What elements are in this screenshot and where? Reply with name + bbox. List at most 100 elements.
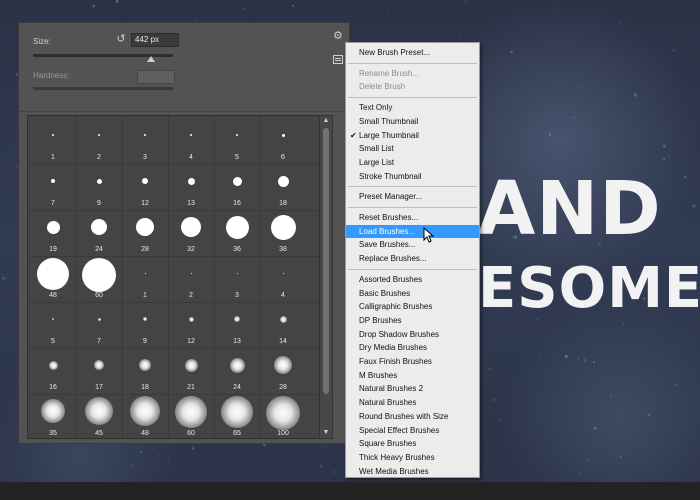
menu-item-m-brushes[interactable]: M Brushes: [346, 369, 479, 382]
brush-preset-tile[interactable]: 28: [260, 348, 306, 394]
menu-item-assorted-brushes[interactable]: Assorted Brushes: [346, 273, 479, 286]
menu-item-wet-media-brushes[interactable]: Wet Media Brushes: [346, 465, 479, 478]
brush-preset-tile[interactable]: 65: [214, 394, 260, 438]
texture-speck: [683, 175, 687, 179]
brush-preset-tile[interactable]: 2: [76, 118, 122, 164]
brush-preset-tile[interactable]: 12: [168, 302, 214, 348]
menu-item-small-thumbnail[interactable]: Small Thumbnail: [346, 115, 479, 128]
brush-preset-tile[interactable]: 9: [122, 302, 168, 348]
brush-preset-tile[interactable]: 35: [30, 394, 76, 438]
brush-preset-tile[interactable]: 2: [168, 256, 214, 302]
texture-speck: [578, 473, 582, 476]
brush-size-label: 28: [141, 246, 149, 253]
brush-grid-scrollbar[interactable]: ▲ ▼: [319, 115, 333, 439]
hardness-input[interactable]: [137, 70, 175, 84]
size-slider-thumb[interactable]: [146, 56, 155, 62]
brush-preset-tile[interactable]: 13: [214, 302, 260, 348]
menu-item-dry-media-brushes[interactable]: Dry Media Brushes: [346, 341, 479, 354]
menu-item-calligraphic-brushes[interactable]: Calligraphic Brushes: [346, 300, 479, 313]
brush-preset-tile[interactable]: 45: [76, 394, 122, 438]
brush-preset-tile[interactable]: 24: [214, 348, 260, 394]
brush-preset-tile[interactable]: 13: [168, 164, 214, 210]
menu-item-label: Save Brushes...: [359, 240, 416, 250]
brush-preset-tile[interactable]: 38: [260, 210, 306, 256]
menu-item-save-brushes[interactable]: Save Brushes...: [346, 238, 479, 251]
brush-preset-tile[interactable]: 32: [168, 210, 214, 256]
brush-size-label: 65: [233, 430, 241, 437]
brush-preset-tile[interactable]: 24: [76, 210, 122, 256]
brush-preset-tile[interactable]: 48: [122, 394, 168, 438]
menu-item-round-brushes-with-size[interactable]: Round Brushes with Size: [346, 410, 479, 423]
scroll-up-icon[interactable]: ▲: [320, 116, 332, 126]
menu-item-new-brush-preset[interactable]: New Brush Preset...: [346, 46, 479, 59]
brush-preset-tile[interactable]: 18: [122, 348, 168, 394]
brush-preset-tile[interactable]: 16: [30, 348, 76, 394]
texture-speck: [507, 153, 508, 155]
hardness-slider[interactable]: [33, 87, 173, 90]
menu-item-label: Text Only: [359, 103, 393, 113]
menu-item-drop-shadow-brushes[interactable]: Drop Shadow Brushes: [346, 328, 479, 341]
menu-item-reset-brushes[interactable]: Reset Brushes...: [346, 211, 479, 224]
brush-preset-tile[interactable]: 1: [30, 118, 76, 164]
menu-item-square-brushes[interactable]: Square Brushes: [346, 437, 479, 450]
texture-speck: [118, 474, 121, 477]
menu-item-basic-brushes[interactable]: Basic Brushes: [346, 287, 479, 300]
brush-preset-tile[interactable]: 14: [260, 302, 306, 348]
brush-preset-tile[interactable]: 7: [30, 164, 76, 210]
texture-speck: [680, 137, 682, 139]
brush-preset-tile[interactable]: 5: [30, 302, 76, 348]
menu-item-label: Load Brushes...: [359, 226, 416, 236]
texture-speck: [0, 233, 2, 236]
brush-preset-tile[interactable]: 5: [214, 118, 260, 164]
brush-preset-tile[interactable]: 3: [214, 256, 260, 302]
menu-item-small-list[interactable]: Small List: [346, 142, 479, 155]
brush-preset-tile[interactable]: 21: [168, 348, 214, 394]
brush-size-label: 7: [51, 200, 55, 207]
menu-item-large-thumbnail[interactable]: ✔ Large Thumbnail: [346, 129, 479, 142]
menu-item-natural-brushes-2[interactable]: Natural Brushes 2: [346, 382, 479, 395]
size-input[interactable]: [131, 33, 179, 47]
brush-preset-tile[interactable]: 17: [76, 348, 122, 394]
scroll-down-icon[interactable]: ▼: [320, 428, 332, 438]
brush-size-label: 4: [189, 154, 193, 161]
menu-item-natural-brushes[interactable]: Natural Brushes: [346, 396, 479, 409]
menu-item-load-brushes[interactable]: Load Brushes...: [346, 224, 479, 238]
menu-item-large-list[interactable]: Large List: [346, 156, 479, 169]
brush-preset-tile[interactable]: 18: [260, 164, 306, 210]
brush-tip-preview: [94, 360, 104, 370]
brush-preset-tile[interactable]: 60: [168, 394, 214, 438]
menu-item-thick-heavy-brushes[interactable]: Thick Heavy Brushes: [346, 451, 479, 464]
reset-size-icon[interactable]: ↺: [115, 33, 127, 45]
brush-preset-tile[interactable]: 36: [214, 210, 260, 256]
brush-preset-tile[interactable]: 1: [122, 256, 168, 302]
menu-item-faux-finish-brushes[interactable]: Faux Finish Brushes: [346, 355, 479, 368]
menu-item-dp-brushes[interactable]: DP Brushes: [346, 314, 479, 327]
menu-item-preset-manager[interactable]: Preset Manager...: [346, 190, 479, 203]
brush-preset-tile[interactable]: 4: [260, 256, 306, 302]
size-label: Size:: [33, 37, 51, 46]
brush-preset-tile[interactable]: 9: [76, 164, 122, 210]
menu-item-stroke-thumbnail[interactable]: Stroke Thumbnail: [346, 170, 479, 183]
brush-preset-tile[interactable]: 6: [260, 118, 306, 164]
brush-preset-tile[interactable]: 7: [76, 302, 122, 348]
menu-item-rename-brush: Rename Brush...: [346, 67, 479, 80]
texture-speck: [683, 473, 685, 475]
brush-preset-tile[interactable]: 16: [214, 164, 260, 210]
menu-item-special-effect-brushes[interactable]: Special Effect Brushes: [346, 424, 479, 437]
menu-item-replace-brushes[interactable]: Replace Brushes...: [346, 252, 479, 265]
brush-preset-tile[interactable]: 12: [122, 164, 168, 210]
menu-item-text-only[interactable]: Text Only: [346, 101, 479, 114]
menu-item-label: Delete Brush: [359, 82, 406, 92]
brush-preset-tile[interactable]: 60: [76, 256, 122, 302]
scrollbar-thumb[interactable]: [323, 128, 329, 394]
brush-preset-tile[interactable]: 48: [30, 256, 76, 302]
gear-icon[interactable]: ⚙: [333, 31, 343, 42]
brush-preset-tile[interactable]: 3: [122, 118, 168, 164]
brush-preset-tile[interactable]: 100: [260, 394, 306, 438]
brush-size-label: 18: [141, 384, 149, 391]
brush-preset-tile[interactable]: 19: [30, 210, 76, 256]
new-preset-icon[interactable]: [333, 55, 343, 64]
brush-preset-tile[interactable]: 28: [122, 210, 168, 256]
brush-preset-tile[interactable]: 4: [168, 118, 214, 164]
brush-tip-preview: [282, 272, 284, 274]
